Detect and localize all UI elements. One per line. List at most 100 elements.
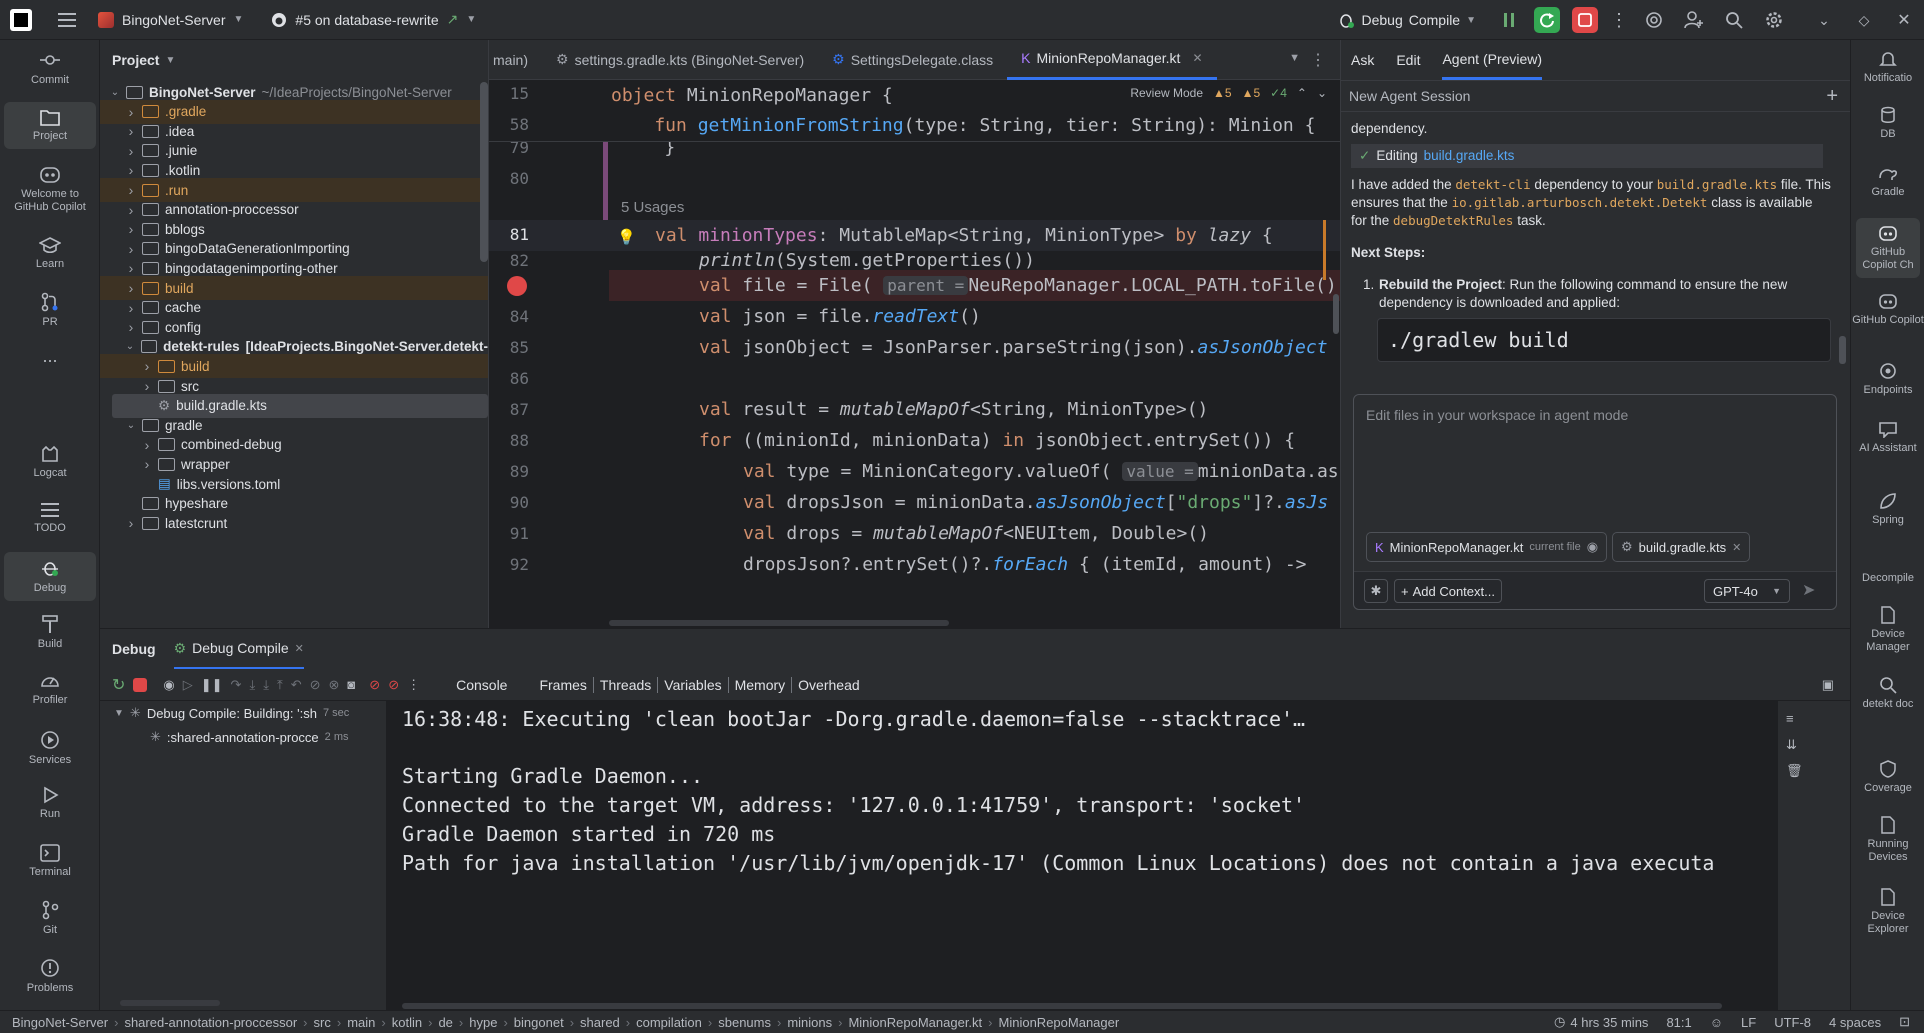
close-tab-icon[interactable]: ✕ <box>1192 51 1202 65</box>
tab-console[interactable]: Console <box>450 677 513 693</box>
clear-breakpoints-icon[interactable]: ⊘ <box>388 677 399 693</box>
tool-profiler[interactable]: Profiler <box>4 672 96 707</box>
tab-variables[interactable]: Variables <box>658 676 729 693</box>
breadcrumb-item[interactable]: shared-annotation-proccessor <box>124 1015 297 1030</box>
tool-decompile[interactable]: Decompile <box>1851 572 1924 585</box>
breadcrumb-item[interactable]: hype <box>469 1015 497 1030</box>
run-config-selector[interactable]: Debug Compile ▼ <box>1337 11 1476 29</box>
eye-icon[interactable]: ◉ <box>1587 539 1598 555</box>
project-selector[interactable]: BingoNet-Server ▼ <box>98 11 243 28</box>
more-tools-icon[interactable]: ... <box>4 347 96 365</box>
editing-file-link[interactable]: build.gradle.kts <box>1424 147 1515 165</box>
close-icon[interactable]: ✕ <box>1884 0 1924 40</box>
tool-terminal[interactable]: Terminal <box>4 844 96 879</box>
tool-copilot-chat[interactable]: GitHub Copilot Ch <box>1856 218 1920 278</box>
editor-tab[interactable]: ⚙ settings.gradle.kts (BingoNet-Server) <box>542 40 818 80</box>
editor-tab-active[interactable]: K MinionRepoManager.kt ✕ <box>1007 40 1217 80</box>
close-tab-icon[interactable]: ✕ <box>295 642 304 655</box>
undo-icon[interactable]: ↶ <box>291 677 302 693</box>
chevron-right-icon[interactable]: › <box>124 123 138 139</box>
chevron-right-icon[interactable]: › <box>124 202 138 218</box>
lock-icon[interactable]: ⊡ <box>1899 1014 1910 1030</box>
more-options-icon[interactable]: ⋮ <box>1604 0 1634 40</box>
tool-running-devices[interactable]: Running Devices <box>1851 816 1924 864</box>
chevron-right-icon[interactable]: › <box>124 221 138 237</box>
caret-position[interactable]: 81:1 <box>1666 1015 1691 1030</box>
view-breakpoints-icon[interactable]: ◉ <box>163 677 174 693</box>
tool-services[interactable]: Services <box>4 730 96 767</box>
build-tree-row[interactable]: ✳ :shared-annotation-procce 2 ms <box>100 725 386 749</box>
gear-icon[interactable] <box>1754 0 1794 40</box>
evaluate-icon[interactable]: ⊗ <box>329 677 340 693</box>
chat-scrollbar[interactable] <box>1839 336 1846 364</box>
debug-session-tab[interactable]: ⚙ Debug Compile ✕ <box>173 629 304 669</box>
chevron-right-icon[interactable]: › <box>124 162 138 178</box>
chevron-right-icon[interactable]: › <box>124 104 138 120</box>
add-context-button[interactable]: + Add Context... <box>1394 579 1502 603</box>
breadcrumb-item[interactable]: MinionRepoManager.kt <box>848 1015 982 1030</box>
chevron-right-icon[interactable]: › <box>140 456 154 472</box>
rerun-debug-button[interactable] <box>1534 7 1560 33</box>
review-mode-label[interactable]: Review Mode <box>1130 86 1203 100</box>
project-panel-header[interactable]: Project ▼ <box>100 40 488 80</box>
search-icon[interactable] <box>1714 0 1754 40</box>
breadcrumb-item[interactable]: MinionRepoManager <box>999 1015 1120 1030</box>
step-over-icon[interactable]: ↷ <box>231 677 242 693</box>
code-area[interactable]: 79 80 81 82 84 85 86 87 88 89 90 91 92 💡… <box>489 80 1340 628</box>
tool-database[interactable]: DB <box>1851 106 1924 141</box>
chevron-right-icon[interactable]: › <box>124 260 138 276</box>
tool-notifications[interactable]: Notificatio <box>1851 50 1924 85</box>
check-count[interactable]: ✓4 <box>1270 86 1287 100</box>
tool-project[interactable]: Project <box>4 102 96 149</box>
agent-input[interactable]: Edit files in your workspace in agent mo… <box>1366 407 1628 423</box>
tool-logcat[interactable]: Logcat <box>4 445 96 480</box>
agent-input-box[interactable]: Edit files in your workspace in agent mo… <box>1353 394 1837 610</box>
trash-icon[interactable]: 🗑 <box>1786 763 1803 779</box>
soft-wrap-icon[interactable]: ≡ <box>1786 711 1794 726</box>
tool-git[interactable]: Git <box>4 900 96 937</box>
warning-count[interactable]: ▲5 <box>1242 86 1261 100</box>
plus-icon[interactable]: + <box>1826 85 1838 108</box>
chevron-up-icon[interactable]: ⌃ <box>1297 86 1307 100</box>
chevron-right-icon[interactable]: › <box>140 358 154 374</box>
scroll-to-end-icon[interactable]: ⇊ <box>1786 737 1797 753</box>
editor-scrollbar[interactable] <box>1333 294 1339 334</box>
tool-pull-requests[interactable]: PR <box>4 292 96 329</box>
breadcrumb-item[interactable]: compilation <box>636 1015 702 1030</box>
tab-threads[interactable]: Threads <box>594 676 659 693</box>
more-options-icon[interactable]: ⋮ <box>407 677 420 693</box>
send-icon[interactable]: ➤ <box>1802 580 1815 600</box>
tool-ai-assistant[interactable]: AI Assistant <box>1851 420 1924 455</box>
tree-scrollbar[interactable] <box>120 1000 220 1006</box>
tool-commit[interactable]: Commit <box>4 50 96 87</box>
indent-setting[interactable]: 4 spaces <box>1829 1015 1881 1030</box>
chevron-right-icon[interactable]: › <box>124 515 138 531</box>
chevron-down-icon[interactable]: ⌄ <box>1317 86 1327 100</box>
chevron-right-icon[interactable]: › <box>124 280 138 296</box>
add-user-icon[interactable] <box>1674 0 1714 40</box>
breadcrumb-item[interactable]: de <box>438 1015 452 1030</box>
console-output[interactable]: 16:38:48: Executing 'clean bootJar -Dorg… <box>386 701 1808 1011</box>
chevron-right-icon[interactable]: › <box>140 378 154 394</box>
chevron-down-icon[interactable]: ▼ <box>1289 52 1300 64</box>
tool-problems[interactable]: Problems <box>4 958 96 995</box>
scrollbar[interactable] <box>480 82 488 262</box>
pause-icon[interactable] <box>1496 7 1522 33</box>
build-tree-row[interactable]: ▼ ✳ Debug Compile: Building: ':sh 7 sec <box>100 701 386 725</box>
context-chip-gradle[interactable]: ⚙ build.gradle.kts ✕ <box>1612 532 1751 562</box>
console-scrollbar[interactable] <box>402 1003 1722 1009</box>
tab-overhead[interactable]: Overhead <box>792 677 865 693</box>
pause-icon[interactable]: ❚❚ <box>201 677 223 693</box>
editor-tab[interactable]: ⚙ SettingsDelegate.class <box>818 40 1007 80</box>
lightbulb-icon[interactable]: 💡 <box>617 228 636 246</box>
file-encoding[interactable]: UTF-8 <box>1774 1015 1811 1030</box>
breadcrumb-item[interactable]: BingoNet-Server <box>12 1015 108 1030</box>
breadcrumb-item[interactable]: shared <box>580 1015 620 1030</box>
breadcrumb-item[interactable]: minions <box>787 1015 832 1030</box>
tool-debug[interactable]: Debug <box>4 552 96 601</box>
chevron-right-icon[interactable]: › <box>124 182 138 198</box>
editing-card[interactable]: ✓ Editing build.gradle.kts <box>1351 144 1823 168</box>
tab-agent[interactable]: Agent (Preview) <box>1442 40 1543 80</box>
chevron-down-icon[interactable]: ⌄ <box>124 420 138 431</box>
tab-ask[interactable]: Ask <box>1351 52 1374 68</box>
